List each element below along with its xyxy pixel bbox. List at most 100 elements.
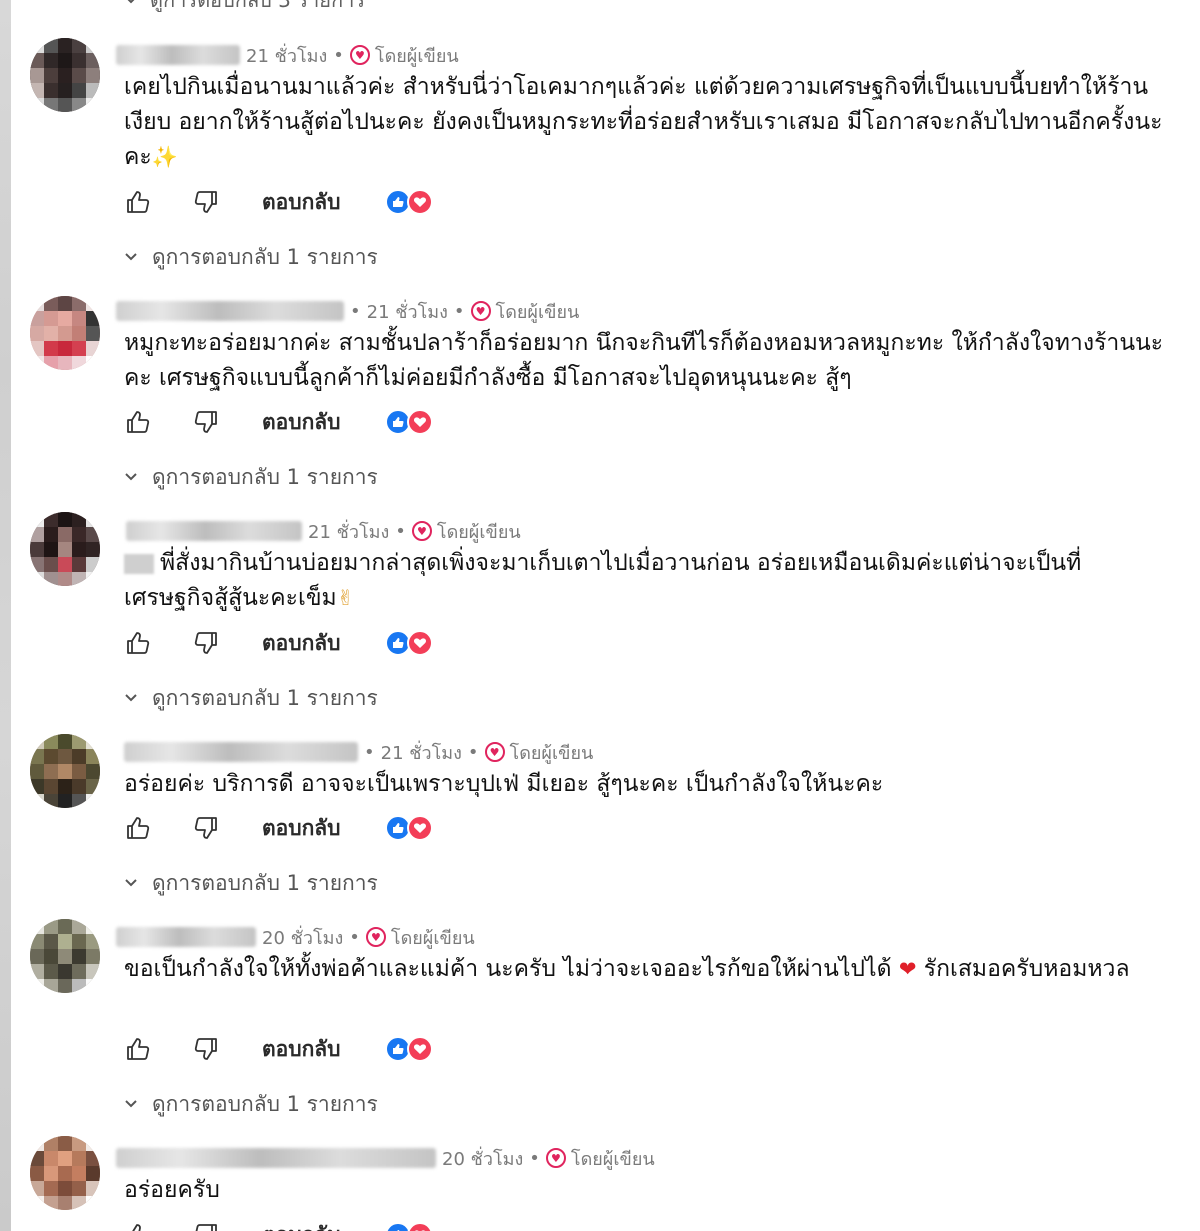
comment-text: หมูกะทะอร่อยมากค่ะ สามชั้นปลาร้าก็อร่อยม… [124,330,1164,391]
author-name-blurred[interactable] [116,1148,436,1168]
reply-button[interactable]: ตอบกลับ [254,402,349,443]
love-reaction-icon [406,409,433,435]
reply-button[interactable]: ตอบกลับ [254,1029,349,1070]
view-replies-label: ดูการตอบกลับ 3 รายการ [150,0,366,12]
reply-button[interactable]: ตอบกลับ [254,808,349,849]
avatar[interactable] [30,919,100,993]
avatar[interactable] [30,1136,100,1210]
heart-icon: ♥ [484,742,505,762]
comments-page: ดูการตอบกลับ 3 รายการ 21 ชั่วโมง • ♥ โดย… [0,0,1200,1231]
author-name-blurred[interactable] [116,927,256,947]
view-replies-toggle[interactable]: ดูการตอบกลับ 1 รายการ [124,683,378,713]
thumbs-up-icon[interactable] [120,404,156,440]
comment-meta: • 21 ชั่วโมง • ♥ โดยผู้เขียน [116,298,579,324]
view-replies-label: ดูการตอบกลับ 1 รายการ [152,685,378,710]
red-heart-icon: ❤ [898,957,917,981]
thumbs-down-icon[interactable] [188,1031,224,1067]
comment-time[interactable]: 21 ชั่วโมง [381,738,462,767]
sparkles-icon: ✨ [151,145,178,169]
comment-text: เคยไปกินเมื่อนานมาแล้วค่ะ สำหรับนี่ว่าโอ… [124,74,1163,170]
author-name-blurred[interactable] [124,742,358,762]
thumbs-up-icon[interactable] [120,1217,156,1231]
avatar[interactable] [30,296,100,370]
chevron-down-icon [124,465,138,489]
reactions-summary[interactable] [384,1036,433,1062]
author-badge: ♥ โดยผู้เขียน [365,923,475,952]
view-replies-toggle[interactable]: ดูการตอบกลับ 1 รายการ [124,868,378,898]
thumbs-down-icon[interactable] [188,184,224,220]
thumbs-down-icon[interactable] [188,625,224,661]
view-replies-toggle[interactable]: ดูการตอบกลับ 1 รายการ [124,1089,378,1119]
heart-icon: ♥ [470,301,491,321]
chevron-down-icon [124,245,138,269]
thumbs-up-icon[interactable] [120,625,156,661]
comment-meta: 21 ชั่วโมง • ♥ โดยผู้เขียน [126,518,521,544]
comment-meta: 20 ชั่วโมง • ♥ โดยผู้เขียน [116,924,475,950]
comment-time[interactable]: 21 ชั่วโมง [308,517,389,546]
avatar[interactable] [30,512,100,586]
author-name-blurred[interactable] [116,45,240,65]
comment-text: พี่สั่งมากินบ้านบ่อยมากล่าสุดเพิ่งจะมาเก… [124,550,1082,611]
comment-text: อร่อยค่ะ บริการดี อาจจะเป็นเพราะบุปเฟ่ ม… [124,771,884,797]
reactions-summary[interactable] [384,409,433,435]
thumbs-down-icon[interactable] [188,404,224,440]
author-label: โดยผู้เขียน [509,742,594,764]
comment-meta: 21 ชั่วโมง • ♥ โดยผู้เขียน [116,42,459,68]
comment-time[interactable]: 21 ชั่วโมง [367,297,448,326]
heart-icon: ♥ [411,521,432,541]
thumbs-up-icon[interactable] [120,184,156,220]
reactions-summary[interactable] [384,1222,433,1231]
view-replies-label: ดูการตอบกลับ 1 รายการ [152,1091,378,1116]
comment-time[interactable]: 20 ชั่วโมง [262,923,343,952]
blurred-prefix [124,553,154,574]
chevron-down-icon [124,686,138,710]
author-badge: ♥ โดยผู้เขียน [545,1144,655,1173]
comment-actions: ตอบกลับ [120,625,433,661]
view-replies-label: ดูการตอบกลับ 1 รายการ [152,870,378,895]
comment-actions: ตอบกลับ [120,1031,433,1067]
comment-time[interactable]: 20 ชั่วโมง [442,1144,523,1173]
author-badge: ♥ โดยผู้เขียน [470,297,579,326]
author-label: โดยผู้เขียน [374,45,459,67]
author-name-blurred[interactable] [116,301,344,321]
reactions-summary[interactable] [384,630,433,656]
author-badge: ♥ โดยผู้เขียน [411,517,521,546]
thumbs-down-icon[interactable] [188,1217,224,1231]
chevron-down-icon [124,871,138,895]
comment-meta: • 21 ชั่วโมง • ♥ โดยผู้เขียน [124,739,593,765]
reply-button[interactable]: ตอบกลับ [254,182,349,223]
left-edge-strip [0,0,11,1231]
reactions-summary[interactable] [384,189,433,215]
view-replies-toggle[interactable]: ดูการตอบกลับ 1 รายการ [124,462,378,492]
author-badge: ♥ โดยผู้เขียน [484,738,594,767]
reply-button[interactable]: ตอบกลับ [254,1215,349,1231]
reply-button[interactable]: ตอบกลับ [254,623,349,664]
author-label: โดยผู้เขียน [570,1148,655,1170]
comment-actions: ตอบกลับ [120,404,433,440]
heart-icon: ♥ [365,927,386,947]
comment-text: อร่อยครับ [124,1177,220,1203]
thumbs-down-icon[interactable] [188,810,224,846]
comment-meta: 20 ชั่วโมง • ♥ โดยผู้เขียน [116,1145,655,1171]
love-reaction-icon [406,630,433,656]
thumbs-up-icon[interactable] [120,810,156,846]
author-label: โดยผู้เขียน [436,521,521,543]
comment-text: ขอเป็นกำลังใจให้ทั้งพ่อค้าและแม่ค้า นะคร… [124,956,1130,982]
view-replies-toggle[interactable]: ดูการตอบกลับ 3 รายการ [124,0,365,12]
view-replies-label: ดูการตอบกลับ 1 รายการ [152,464,378,489]
comment-actions: ตอบกลับ [120,810,433,846]
view-replies-toggle[interactable]: ดูการตอบกลับ 1 รายการ [124,242,378,272]
avatar[interactable] [30,734,100,808]
comment-actions: ตอบกลับ [120,1217,433,1231]
view-replies-label: ดูการตอบกลับ 1 รายการ [152,244,378,269]
like-reaction-icon [384,1222,411,1231]
author-name-blurred[interactable] [126,521,302,541]
love-reaction-icon [406,815,433,841]
victory-hand-icon: ✌ [336,586,355,610]
thumbs-up-icon[interactable] [120,1031,156,1067]
avatar[interactable] [30,38,100,112]
comment-time[interactable]: 21 ชั่วโมง [246,41,327,70]
reactions-summary[interactable] [384,815,433,841]
love-reaction-icon [406,1036,433,1062]
author-label: โดยผู้เขียน [390,927,475,949]
